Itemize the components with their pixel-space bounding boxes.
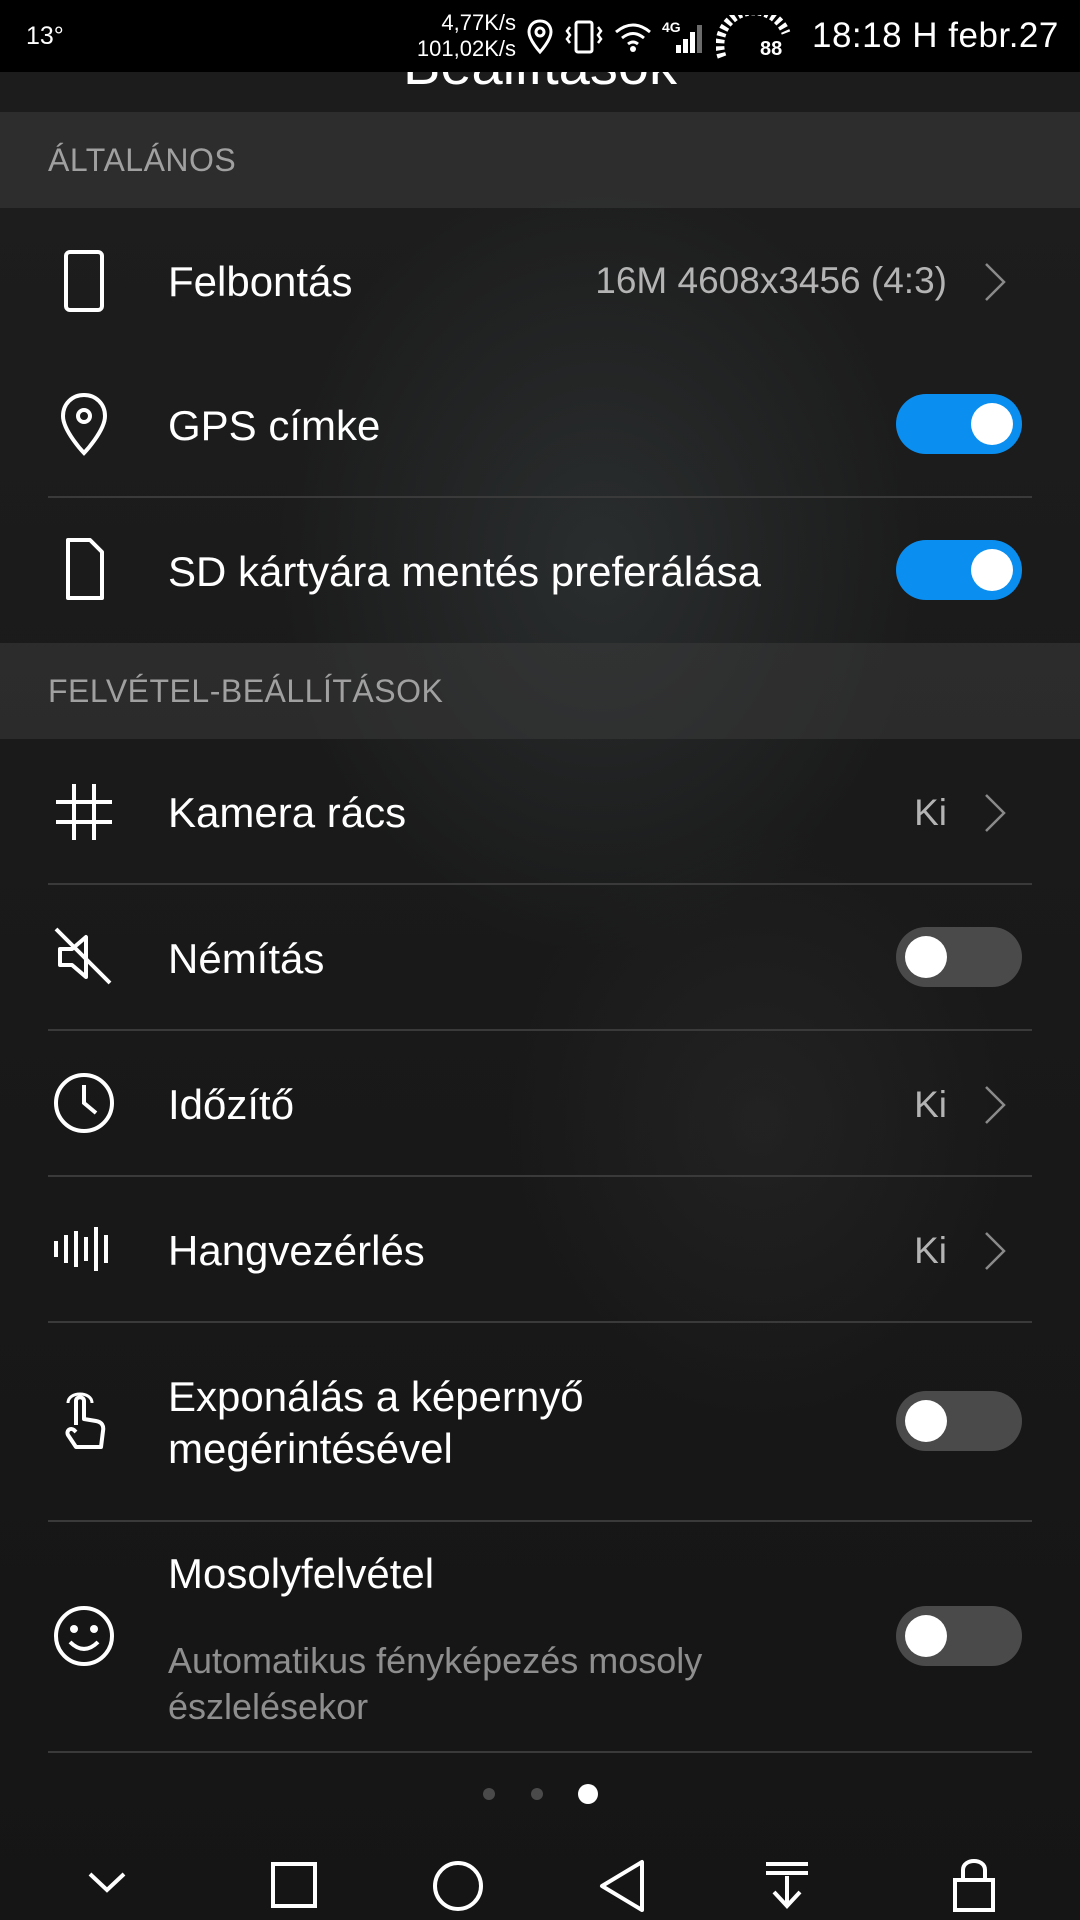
page-dot[interactable]: [483, 1788, 495, 1800]
gauge-value: 88: [760, 38, 783, 60]
resolution-value: 16M 4608x3456 (4:3): [595, 260, 947, 301]
setting-resolution[interactable]: Felbontás 16M 4608x3456 (4:3): [0, 208, 1080, 354]
mute-toggle[interactable]: [896, 927, 1022, 987]
sd-card-icon: [66, 538, 104, 600]
location-pin-icon: [60, 392, 108, 456]
toggle-knob: [905, 1400, 947, 1442]
setting-sd-card[interactable]: SD kártyára mentés preferálása: [0, 498, 1080, 643]
navigation-bar: [0, 1840, 1080, 1920]
voice-label: Hangvezérlés: [168, 1227, 425, 1274]
touch-label-line1: Exponálás a képernyő: [168, 1373, 584, 1420]
lock-icon[interactable]: [939, 1846, 1009, 1916]
square-icon[interactable]: [259, 1846, 329, 1916]
section-header-capture: FELVÉTEL-BEÁLLÍTÁSOK: [0, 643, 1080, 739]
download-icon[interactable]: [752, 1846, 822, 1916]
gps-toggle[interactable]: [896, 394, 1022, 454]
chevron-right-icon: [985, 1086, 1006, 1124]
timer-label: Időzítő: [168, 1081, 295, 1128]
page-dot[interactable]: [531, 1788, 543, 1800]
setting-smile-capture[interactable]: Mosolyfelvétel Automatikus fényképezés m…: [0, 1522, 1080, 1752]
toggle-knob: [971, 549, 1013, 591]
title-bar: Beállítások: [0, 72, 1080, 112]
setting-timer[interactable]: Időzítő Ki: [0, 1031, 1080, 1176]
chevron-right-icon: [985, 1232, 1006, 1270]
chevron-down-icon[interactable]: [72, 1846, 142, 1916]
signal-icon: 4G: [662, 19, 706, 55]
gps-label: GPS címke: [168, 402, 381, 449]
setting-gps-tag[interactable]: GPS címke: [0, 354, 1080, 497]
vibrate-icon: [565, 20, 603, 54]
network-speed: 4,77K/s 101,02K/s: [406, 10, 516, 62]
setting-touch-capture[interactable]: Exponálás a képernyő megérintésével: [0, 1323, 1080, 1521]
mute-label: Némítás: [168, 935, 325, 982]
page-dot-active[interactable]: [578, 1784, 598, 1804]
page-title: Beállítások: [0, 72, 1080, 97]
smile-description-line1: Automatikus fényképezés mosoly: [168, 1640, 703, 1681]
temperature: 13°: [26, 22, 64, 50]
section-title-capture: FELVÉTEL-BEÁLLÍTÁSOK: [48, 673, 444, 709]
touch-toggle[interactable]: [896, 1391, 1022, 1451]
circle-home-icon[interactable]: [423, 1846, 493, 1916]
touch-label: Exponálás a képernyő megérintésével: [168, 1371, 584, 1475]
status-icons: 4G: [526, 15, 792, 59]
setting-voice-control[interactable]: Hangvezérlés Ki: [0, 1177, 1080, 1322]
clock-icon: [54, 1073, 114, 1133]
triangle-back-icon[interactable]: [588, 1846, 658, 1916]
touch-label-line2: megérintésével: [168, 1425, 453, 1472]
sound-wave-icon: [54, 1227, 108, 1271]
page-indicator: [0, 1780, 1080, 1810]
setting-camera-grid[interactable]: Kamera rács Ki: [0, 739, 1080, 884]
smiley-face-icon: [54, 1606, 114, 1666]
voice-value: Ki: [914, 1230, 947, 1271]
divider: [48, 1751, 1032, 1753]
sd-toggle[interactable]: [896, 540, 1022, 600]
speed-down: 101,02K/s: [416, 36, 516, 61]
setting-mute[interactable]: Némítás: [0, 885, 1080, 1030]
wifi-icon: [615, 23, 651, 52]
section-header-general: ÁLTALÁNOS: [0, 112, 1080, 208]
toggle-knob: [905, 936, 947, 978]
grid-value: Ki: [914, 792, 947, 833]
section-title-general: ÁLTALÁNOS: [48, 142, 237, 178]
smile-label: Mosolyfelvétel: [168, 1550, 435, 1597]
status-bar: 13° 4,77K/s 101,02K/s 4G 88 18:18 H febr…: [0, 0, 1080, 72]
phone-outline-icon: [64, 250, 104, 312]
toggle-knob: [971, 403, 1013, 445]
grid-icon: [56, 784, 112, 840]
location-icon: [527, 19, 553, 55]
smile-description-line2: észlelésekor: [168, 1686, 369, 1727]
toggle-knob: [905, 1615, 947, 1657]
resolution-label: Felbontás: [168, 258, 353, 305]
timer-value: Ki: [914, 1084, 947, 1125]
time-date: 18:18 H febr.27: [812, 16, 1059, 55]
speed-up: 4,77K/s: [441, 10, 516, 35]
touch-hand-icon: [65, 1392, 106, 1449]
smile-toggle[interactable]: [896, 1606, 1022, 1666]
chevron-right-icon: [985, 794, 1006, 832]
speaker-muted-icon: [54, 927, 112, 985]
chevron-right-icon: [985, 263, 1006, 301]
sd-label: SD kártyára mentés preferálása: [168, 548, 761, 595]
smile-description: Automatikus fényképezés mosoly észlelése…: [168, 1638, 868, 1730]
grid-label: Kamera rács: [168, 789, 407, 836]
